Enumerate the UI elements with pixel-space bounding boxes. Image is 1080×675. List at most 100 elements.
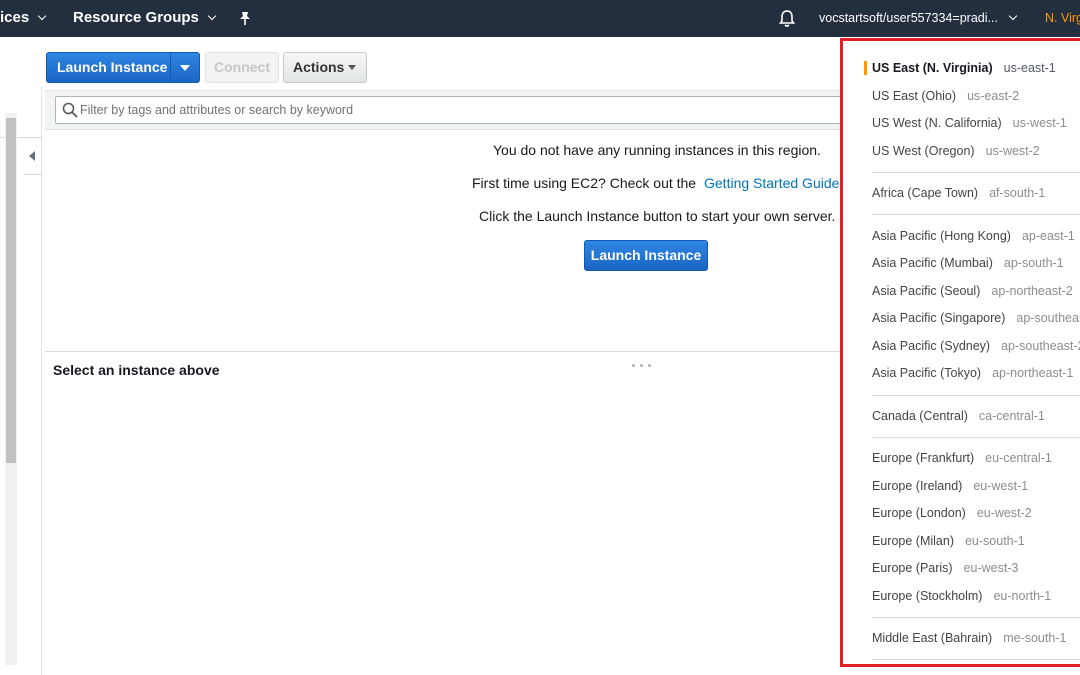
resource-groups-label: Resource Groups — [73, 9, 199, 26]
region-name: Asia Pacific (Tokyo) — [872, 366, 982, 380]
region-group-divider — [872, 437, 1080, 438]
region-option-eu-west-3[interactable]: Europe (Paris) eu-west-3 — [872, 558, 1018, 578]
region-name: Asia Pacific (Mumbai) — [872, 256, 993, 270]
connect-button[interactable]: Connect — [205, 52, 279, 83]
region-name: Africa (Cape Town) — [872, 186, 979, 200]
region-option-ap-southeast-2[interactable]: Asia Pacific (Sydney) ap-southeast-2 — [872, 336, 1080, 356]
resize-handle[interactable] — [632, 354, 662, 367]
region-code: ap-south-1 — [1003, 256, 1064, 270]
region-option-eu-north-1[interactable]: Europe (Stockholm) eu-north-1 — [872, 586, 1051, 606]
bell-icon[interactable] — [778, 9, 796, 28]
resource-groups-menu[interactable]: Resource Groups — [73, 0, 217, 37]
region-selector-label: N. Virg — [1045, 11, 1080, 25]
region-name: Europe (Milan) — [872, 534, 954, 548]
region-group-divider — [872, 617, 1080, 618]
region-code: ap-northeast-2 — [991, 284, 1073, 298]
region-dropdown-panel: US East (N. Virginia) us-east-1 US East (O… — [840, 38, 1080, 667]
region-option-eu-west-1[interactable]: Europe (Ireland) eu-west-1 — [872, 476, 1028, 496]
region-name: US West (N. California) — [872, 116, 1002, 130]
region-code: us-west-2 — [985, 144, 1040, 158]
launch-instance-center-button[interactable]: Launch Instance — [584, 240, 708, 271]
region-option-us-east-2[interactable]: US East (Ohio) us-east-2 — [872, 86, 1019, 106]
region-option-ap-east-1[interactable]: Asia Pacific (Hong Kong) ap-east-1 — [872, 226, 1075, 246]
region-option-eu-south-1[interactable]: Europe (Milan) eu-south-1 — [872, 531, 1025, 551]
region-name: US West (Oregon) — [872, 144, 975, 158]
search-icon — [62, 102, 78, 118]
region-option-us-west-1[interactable]: US West (N. California) us-west-1 — [872, 113, 1067, 133]
region-name: Canada (Central) — [872, 409, 968, 423]
region-code: eu-north-1 — [993, 589, 1052, 603]
region-code: eu-west-3 — [963, 561, 1019, 575]
caret-down-icon — [348, 65, 356, 70]
region-group-divider — [872, 395, 1080, 396]
region-code: us-east-1 — [1003, 61, 1056, 75]
caret-left-icon — [29, 151, 35, 161]
region-option-ca-central-1[interactable]: Canada (Central) ca-central-1 — [872, 406, 1045, 426]
chevron-down-icon — [1008, 11, 1018, 21]
region-code: eu-west-2 — [976, 506, 1032, 520]
pane-divider — [45, 351, 845, 352]
region-option-eu-central-1[interactable]: Europe (Frankfurt) eu-central-1 — [872, 448, 1052, 468]
region-code: af-south-1 — [989, 186, 1046, 200]
region-name: US East (Ohio) — [872, 89, 957, 103]
launch-instance-button[interactable]: Launch Instance — [46, 52, 200, 83]
region-group-divider — [872, 172, 1080, 173]
chevron-down-icon — [37, 11, 47, 21]
search-input[interactable] — [80, 98, 780, 122]
region-code: ap-east-1 — [1021, 229, 1075, 243]
region-name: Asia Pacific (Sydney) — [872, 339, 991, 353]
region-option-af-south-1[interactable]: Africa (Cape Town) af-south-1 — [872, 183, 1045, 203]
region-option-me-south-1[interactable]: Middle East (Bahrain) me-south-1 — [872, 628, 1066, 648]
launch-instance-label: Launch Instance — [57, 59, 168, 75]
button-divider — [170, 53, 171, 82]
region-name: Europe (Stockholm) — [872, 589, 983, 603]
region-option-us-west-2[interactable]: US West (Oregon) us-west-2 — [872, 141, 1040, 161]
region-code: eu-central-1 — [985, 451, 1052, 465]
region-code: ap-southeast-2 — [1001, 339, 1080, 353]
region-name: Asia Pacific (Singapore) — [872, 311, 1006, 325]
region-name: Asia Pacific (Seoul) — [872, 284, 981, 298]
chevron-down-icon — [207, 11, 217, 21]
region-code: ap-southeast-1 — [1016, 311, 1080, 325]
getting-started-guide-link[interactable]: Getting Started Guide — [704, 175, 839, 191]
region-option-us-east-1[interactable]: US East (N. Virginia) us-east-1 — [872, 58, 1056, 78]
caret-down-icon[interactable] — [180, 65, 190, 71]
empty-state-message: You do not have any running instances in… — [493, 142, 821, 158]
region-name: Europe (London) — [872, 506, 966, 520]
region-option-ap-south-1[interactable]: Asia Pacific (Mumbai) ap-south-1 — [872, 253, 1064, 273]
launch-hint-message: Click the Launch Instance button to star… — [479, 208, 836, 224]
region-option-eu-west-2[interactable]: Europe (London) eu-west-2 — [872, 503, 1032, 523]
actions-label: Actions — [293, 59, 345, 75]
account-menu[interactable]: vocstartsoft/user557334=pradi... — [819, 0, 1018, 37]
account-label: vocstartsoft/user557334=pradi... — [819, 11, 998, 25]
top-navigation-bar: ices Resource Groups vocstartsoft/user55… — [0, 0, 1080, 37]
region-code: eu-west-1 — [973, 479, 1029, 493]
getting-started-prefix: First time using EC2? Check out the — [472, 175, 697, 191]
services-menu-label: ices — [0, 9, 30, 26]
region-option-ap-northeast-2[interactable]: Asia Pacific (Seoul) ap-northeast-2 — [872, 281, 1073, 301]
region-name: Middle East (Bahrain) — [872, 631, 993, 645]
region-option-ap-southeast-1[interactable]: Asia Pacific (Singapore) ap-southeast-1 — [872, 308, 1080, 328]
region-code: us-east-2 — [967, 89, 1020, 103]
selected-region-indicator — [864, 61, 867, 75]
region-group-divider — [872, 659, 1080, 660]
pin-icon[interactable] — [237, 10, 253, 26]
region-name: Asia Pacific (Hong Kong) — [872, 229, 1011, 243]
sidebar-scrollbar-thumb[interactable] — [6, 118, 16, 463]
services-menu[interactable]: ices — [0, 0, 47, 37]
region-group-divider — [872, 214, 1080, 215]
collapse-sidebar-button[interactable] — [24, 137, 42, 175]
region-code: ca-central-1 — [978, 409, 1045, 423]
getting-started-line: First time using EC2? Check out the Gett… — [472, 175, 843, 191]
region-name: US East (N. Virginia) — [872, 61, 993, 75]
region-name: Europe (Ireland) — [872, 479, 963, 493]
region-option-ap-northeast-1[interactable]: Asia Pacific (Tokyo) ap-northeast-1 — [872, 363, 1073, 383]
region-name: Europe (Paris) — [872, 561, 953, 575]
region-code: me-south-1 — [1003, 631, 1067, 645]
region-code: ap-northeast-1 — [992, 366, 1074, 380]
actions-button[interactable]: Actions — [283, 52, 367, 83]
content-border — [41, 86, 42, 675]
region-name: Europe (Frankfurt) — [872, 451, 975, 465]
details-pane-heading: Select an instance above — [53, 362, 220, 378]
region-selector[interactable]: N. Virg — [1045, 0, 1080, 37]
